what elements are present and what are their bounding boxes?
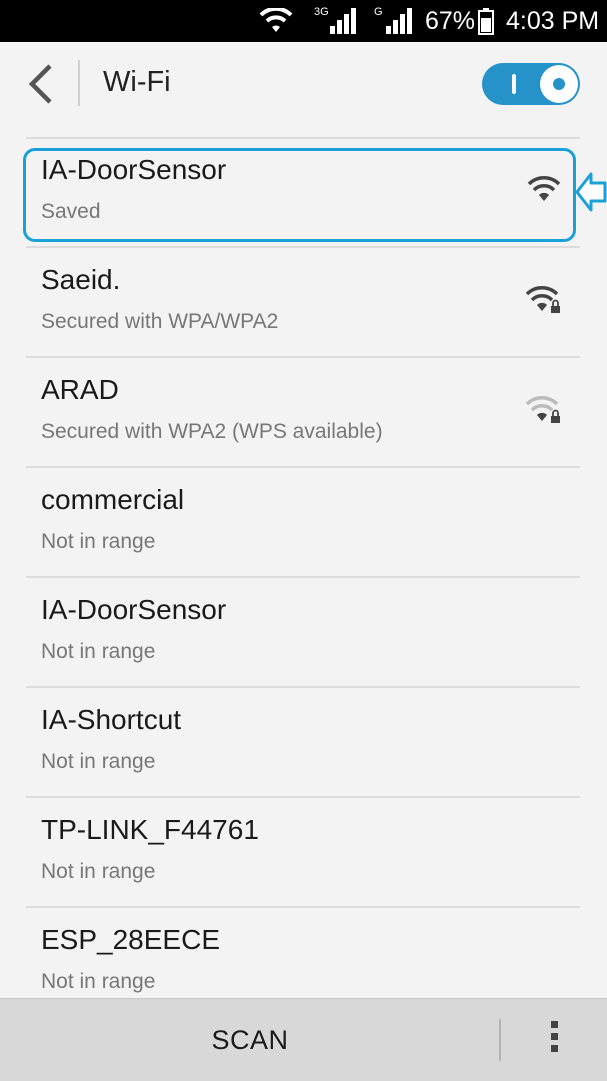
network-status: Saved [41,200,101,223]
network-status: Not in range [41,750,156,773]
network-ssid: ESP_28EECE [41,924,220,955]
network-status: Not in range [41,640,156,663]
network-type-label-2: G [374,6,383,18]
divider [26,796,580,798]
network-type-label: 3G [314,6,329,18]
more-dots-icon-dot [550,1033,558,1040]
divider [26,246,580,248]
network-ssid: TP-LINK_F44761 [41,814,259,845]
network-status: Secured with WPA2 (WPS available) [41,420,383,443]
divider [26,906,580,908]
battery-icon [478,0,494,42]
cell-signal-icon: 3G [314,0,358,42]
divider [26,466,580,468]
chevron-left-icon [28,64,52,104]
divider [26,137,580,139]
divider [26,576,580,578]
divider [26,686,580,688]
more-dots-icon-dot [550,1045,558,1052]
network-item[interactable]: IA-Shortcut Not in range [26,690,580,798]
wifi-lock-weak-icon [526,396,560,423]
wifi-lock-strong-icon [526,286,560,313]
network-ssid: Saeid. [41,264,121,295]
toggle-knob [540,65,578,103]
network-item[interactable]: IA-DoorSensor Not in range [26,580,580,688]
network-item[interactable]: ARAD Secured with WPA2 (WPS available) [26,360,580,468]
network-item[interactable]: commercial Not in range [26,470,580,578]
network-status: Secured with WPA/WPA2 [41,310,279,333]
network-ssid: IA-DoorSensor [41,594,227,625]
scan-button[interactable]: SCAN [0,999,500,1081]
cell-signal-icon-2: G [372,0,416,42]
wifi-strong-icon [527,176,561,201]
divider [26,356,580,358]
network-status: Not in range [41,860,156,883]
network-list: IA-DoorSensor Saved Saeid. Secured with … [0,126,607,998]
network-ssid: commercial [41,484,185,515]
network-ssid: IA-DoorSensor [41,154,227,185]
overflow-menu-button[interactable] [540,1021,568,1061]
network-ssid: ARAD [41,374,119,405]
back-button[interactable] [22,62,62,106]
network-ssid: IA-Shortcut [41,704,182,735]
status-bar: 3G G 67% 4:03 PM [0,0,607,42]
page-title: Wi-Fi [103,66,171,98]
network-status: Not in range [41,530,156,553]
network-status: Not in range [41,970,156,993]
wifi-status-icon [258,0,294,42]
more-dots-icon [550,1021,558,1028]
clock: 4:03 PM [506,6,600,35]
network-item[interactable]: TP-LINK_F44761 Not in range [26,800,580,908]
network-item[interactable]: IA-DoorSensor Saved [26,140,580,248]
network-item[interactable]: ESP_28EECE Not in range [26,910,580,998]
battery-percent: 67% [425,6,476,35]
action-bar-divider [78,60,80,106]
bottom-bar: SCAN [0,998,607,1081]
bottom-bar-divider [499,1019,501,1061]
action-bar: Wi-Fi [0,42,607,126]
network-item[interactable]: Saeid. Secured with WPA/WPA2 [26,250,580,358]
wifi-toggle[interactable] [482,63,580,105]
arrow-left-icon [575,172,607,212]
toggle-on-indicator [512,74,516,94]
